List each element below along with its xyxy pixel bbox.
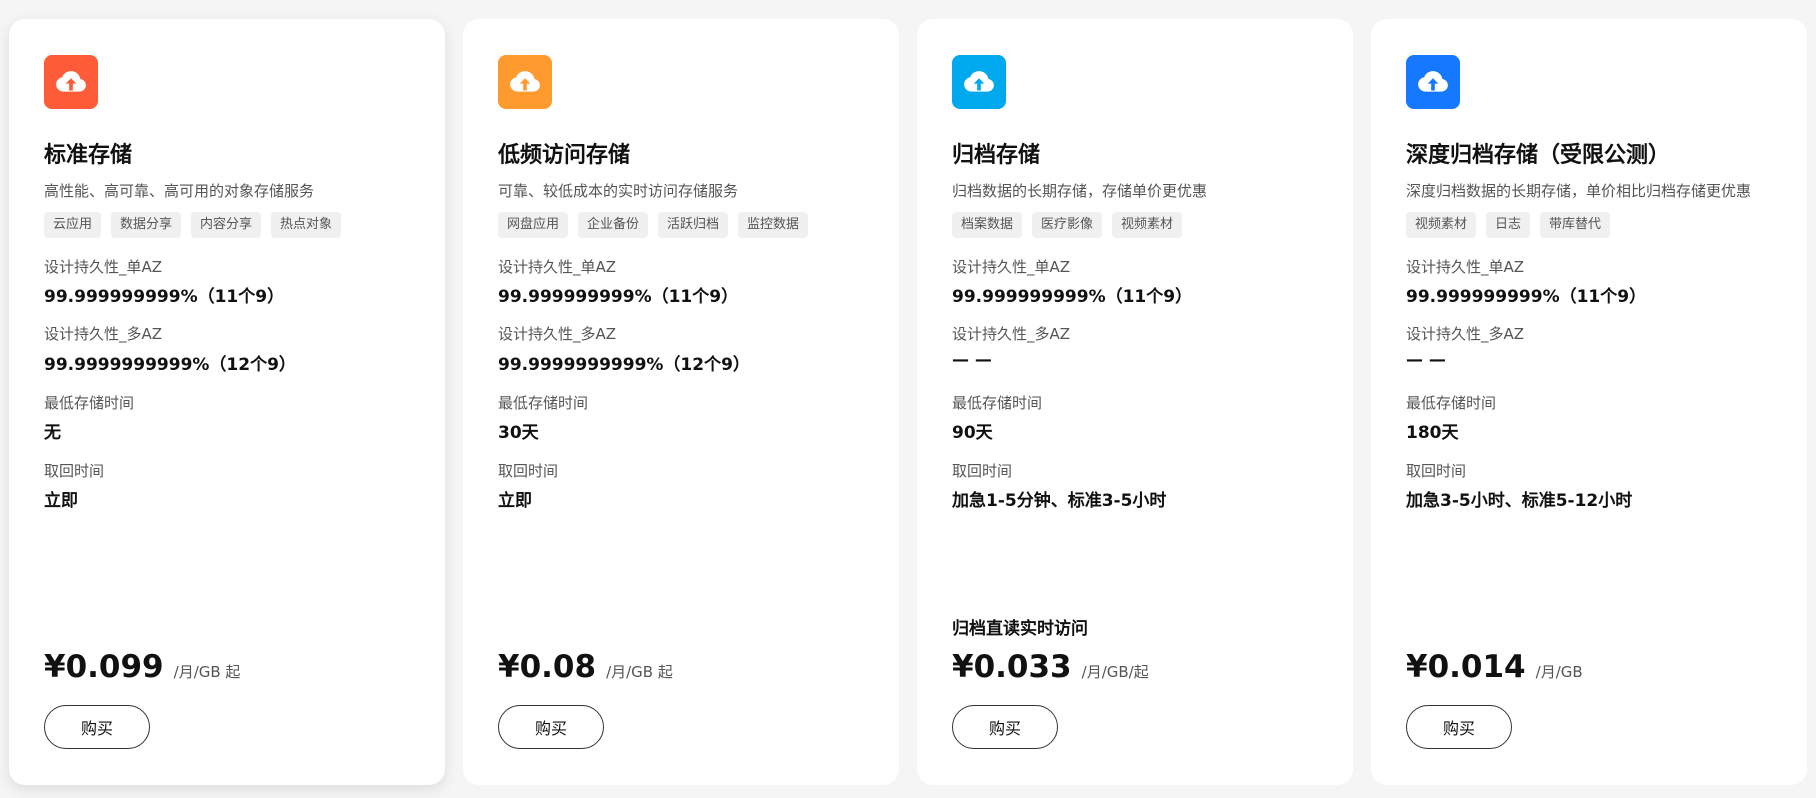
tag: 日志	[1486, 212, 1531, 238]
tag: 带库替代	[1540, 212, 1611, 238]
card-standard-storage: 标准存储 高性能、高可靠、高可用的对象存储服务 云应用 数据分享 内容分享 热点…	[9, 19, 445, 785]
spec-label: 设计持久性_单AZ	[498, 258, 617, 276]
spec-label: 设计持久性_单AZ	[952, 258, 1071, 276]
card-description: 可靠、较低成本的实时访问存储服务	[498, 182, 739, 200]
spec-value: 加急3-5小时、标准5-12小时	[1406, 491, 1633, 511]
price-unit: /月/GB 起	[173, 663, 241, 681]
card-description: 高性能、高可靠、高可用的对象存储服务	[44, 182, 315, 200]
tag: 档案数据	[952, 212, 1023, 238]
card-tags: 视频素材 日志 带库替代	[1406, 212, 1611, 238]
spec-value: 无	[44, 423, 61, 443]
tag: 监控数据	[738, 212, 809, 238]
price-unit: /月/GB	[1535, 663, 1583, 681]
spec-label: 设计持久性_多AZ	[952, 325, 1071, 343]
price-row: ¥0.014 /月/GB	[1406, 649, 1583, 685]
card-description: 深度归档数据的长期存储，单价相比归档存储更优惠	[1406, 182, 1752, 200]
card-description: 归档数据的长期存储，存储单价更优惠	[952, 182, 1208, 200]
tag: 视频素材	[1406, 212, 1477, 238]
spec-label: 取回时间	[498, 462, 559, 480]
spec-label: 设计持久性_单AZ	[44, 258, 163, 276]
spec-label: 最低存储时间	[44, 394, 135, 412]
tag: 数据分享	[111, 212, 182, 238]
tag: 活跃归档	[658, 212, 729, 238]
spec-value: 立即	[44, 491, 78, 511]
card-logo	[44, 55, 98, 109]
cloud-upload-icon	[964, 71, 994, 92]
spec-value: 99.999999999%（11个9）	[44, 287, 285, 307]
card-title: 标准存储	[44, 143, 133, 168]
price-row: ¥0.08 /月/GB 起	[498, 649, 673, 685]
price-unit: /月/GB/起	[1081, 663, 1149, 681]
tag: 内容分享	[191, 212, 262, 238]
spec-label: 最低存储时间	[498, 394, 589, 412]
card-tags: 网盘应用 企业备份 活跃归档 监控数据	[498, 212, 809, 238]
card-title: 归档存储	[952, 143, 1041, 168]
spec-label: 设计持久性_多AZ	[498, 325, 617, 343]
card-deep-archive-storage: 深度归档存储（受限公测） 深度归档数据的长期存储，单价相比归档存储更优惠 视频素…	[1371, 19, 1807, 785]
spec-value: 立即	[498, 491, 532, 511]
cloud-upload-icon	[510, 71, 540, 92]
spec-value: 加急1-5分钟、标准3-5小时	[952, 491, 1167, 511]
spec-label: 设计持久性_多AZ	[1406, 325, 1525, 343]
spec-value: 90天	[952, 423, 993, 443]
cloud-upload-icon	[56, 71, 86, 92]
buy-button[interactable]: 购买	[952, 705, 1058, 749]
spec-value: 30天	[498, 423, 539, 443]
card-tags: 档案数据 医疗影像 视频素材	[952, 212, 1183, 238]
spec-value: 99.9999999999%（12个9）	[44, 355, 296, 375]
spec-label: 取回时间	[1406, 462, 1467, 480]
card-logo	[1406, 55, 1460, 109]
card-infrequent-access-storage: 低频访问存储 可靠、较低成本的实时访问存储服务 网盘应用 企业备份 活跃归档 监…	[463, 19, 899, 785]
price-row: ¥0.099 /月/GB 起	[44, 649, 240, 685]
price: ¥0.014	[1406, 649, 1526, 685]
spec-value: 99.9999999999%（12个9）	[498, 355, 750, 375]
tag: 云应用	[44, 212, 102, 238]
spec-label: 设计持久性_多AZ	[44, 325, 163, 343]
tag: 热点对象	[271, 212, 342, 238]
price: ¥0.08	[498, 649, 597, 685]
card-logo	[498, 55, 552, 109]
spec-label: 最低存储时间	[1406, 394, 1497, 412]
feature-note: 归档直读实时访问	[952, 619, 1088, 639]
price: ¥0.033	[952, 649, 1072, 685]
tag: 企业备份	[578, 212, 649, 238]
price-unit: /月/GB 起	[606, 663, 673, 681]
storage-class-cards: 标准存储 高性能、高可靠、高可用的对象存储服务 云应用 数据分享 内容分享 热点…	[9, 19, 1807, 785]
spec-value: 99.999999999%（11个9）	[952, 287, 1193, 307]
card-logo	[952, 55, 1006, 109]
spec-value: 99.999999999%（11个9）	[498, 287, 739, 307]
card-title: 深度归档存储（受限公测）	[1406, 143, 1671, 168]
spec-value: — —	[952, 350, 992, 370]
card-tags: 云应用 数据分享 内容分享 热点对象	[44, 212, 342, 238]
tag: 医疗影像	[1032, 212, 1103, 238]
card-archive-storage: 归档存储 归档数据的长期存储，存储单价更优惠 档案数据 医疗影像 视频素材 设计…	[917, 19, 1353, 785]
buy-button[interactable]: 购买	[1406, 705, 1512, 749]
spec-label: 取回时间	[44, 462, 105, 480]
spec-value: — —	[1406, 350, 1446, 370]
spec-label: 取回时间	[952, 462, 1013, 480]
tag: 视频素材	[1112, 212, 1183, 238]
spec-label: 最低存储时间	[952, 394, 1043, 412]
spec-value: 180天	[1406, 423, 1459, 443]
spec-value: 99.999999999%（11个9）	[1406, 287, 1647, 307]
spec-label: 设计持久性_单AZ	[1406, 258, 1525, 276]
buy-button[interactable]: 购买	[44, 705, 150, 749]
cloud-upload-icon	[1418, 71, 1448, 92]
buy-button[interactable]: 购买	[498, 705, 604, 749]
card-title: 低频访问存储	[498, 143, 631, 168]
price: ¥0.099	[44, 649, 164, 685]
price-row: ¥0.033 /月/GB/起	[952, 649, 1149, 685]
tag: 网盘应用	[498, 212, 569, 238]
